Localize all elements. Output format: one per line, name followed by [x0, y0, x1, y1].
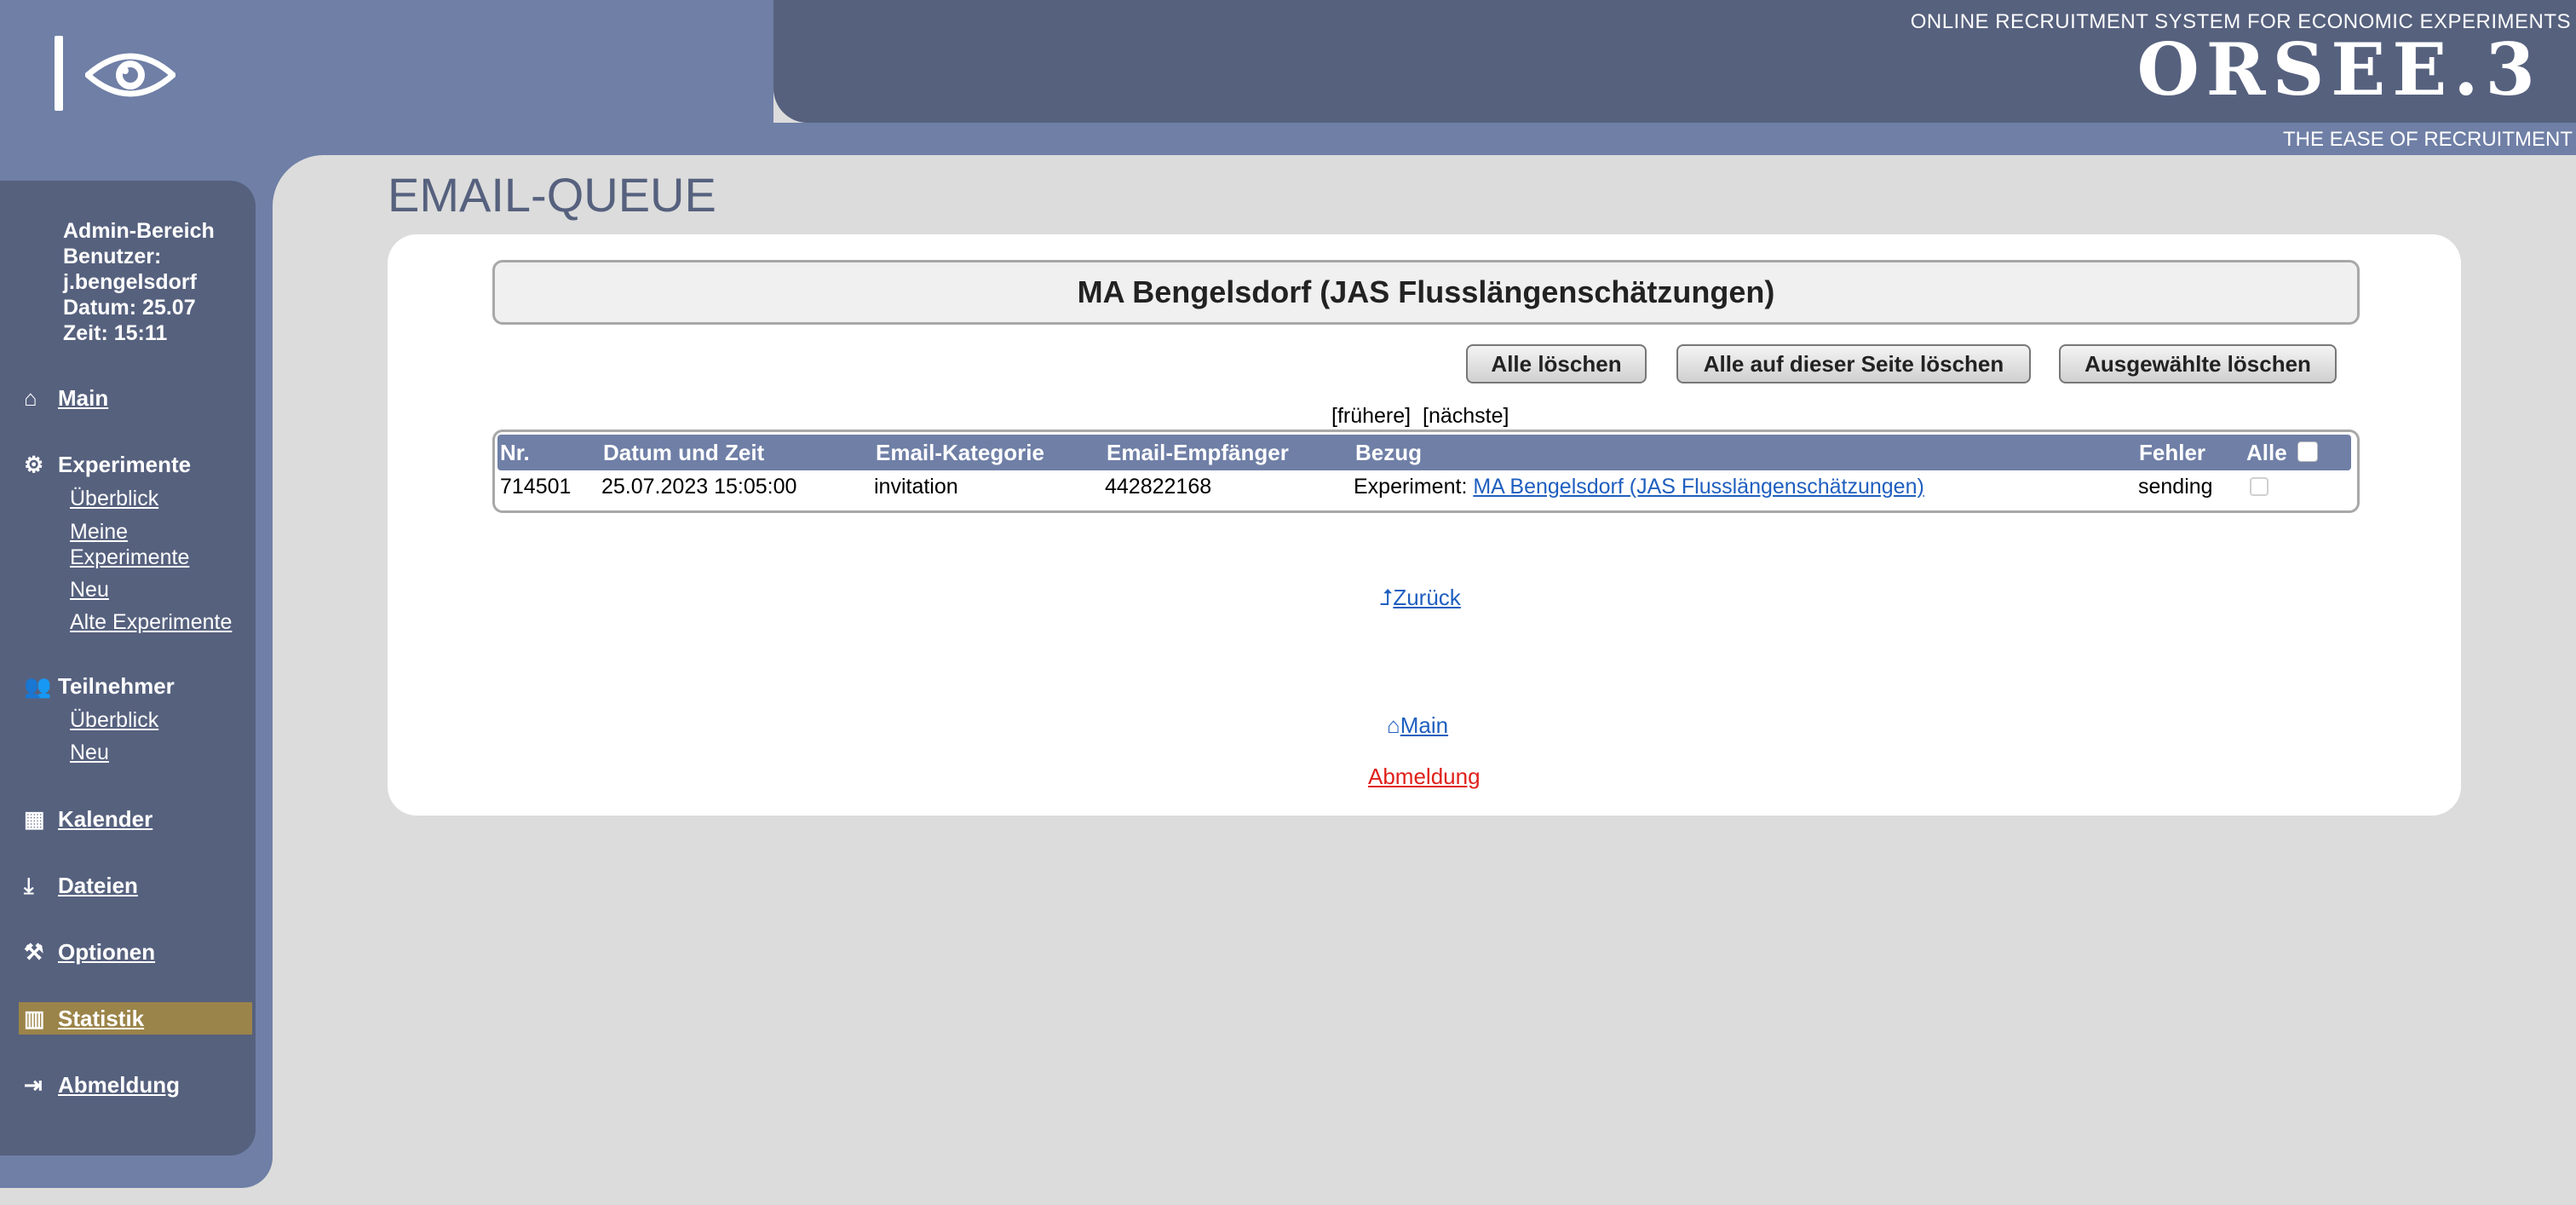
user-name: j.bengelsdorf — [63, 270, 197, 294]
sidebar-item-main[interactable]: ⌂ Main — [24, 385, 108, 412]
sign-out-icon: ⇥ — [24, 1072, 43, 1098]
sidebar-item-statistik[interactable]: ▥ Statistik — [24, 1006, 144, 1032]
delete-selected-button[interactable]: Ausgewählte löschen — [2059, 344, 2337, 383]
cell-recipient: 442822168 — [1105, 475, 1212, 499]
cell-error: sending — [2138, 475, 2213, 499]
column-header-recipient: Email-Empfänger — [1107, 440, 1289, 465]
table-header — [497, 435, 2351, 470]
bar-chart-icon: ▥ — [24, 1006, 45, 1031]
sidebar-item-experimente: ⚙ Experimente — [24, 452, 192, 477]
back-link[interactable]: ⮥Zurück — [1380, 585, 1461, 612]
cell-nr: 714501 — [500, 475, 572, 499]
back-arrow-icon: ⮥ — [1380, 585, 1394, 610]
sidebar-subitem-alte-experimente[interactable]: Alte Experimente — [70, 609, 232, 635]
sidebar-item-teilnehmer: 👥 Teilnehmer — [24, 673, 175, 699]
calendar-icon: ▦ — [24, 806, 45, 832]
sidebar-user-info: Admin-Bereich Benutzer: j.bengelsdorf Da… — [63, 218, 215, 346]
select-all-checkbox[interactable] — [2297, 441, 2318, 462]
download-icon: ⤓ — [24, 873, 34, 898]
column-header-select-all: Alle — [2246, 440, 2287, 465]
sidebar-subitem-meine-experimente[interactable]: Meine Experimente — [70, 519, 189, 570]
date-label: Datum: 25.07 — [63, 296, 196, 320]
home-icon: ⌂ — [1387, 712, 1400, 738]
column-header-reference: Bezug — [1355, 440, 1422, 465]
pager-next[interactable]: [nächste] — [1423, 404, 1509, 428]
logout-link[interactable]: Abmeldung — [1368, 764, 1481, 790]
gavel-icon: ⚒ — [24, 939, 44, 965]
experiment-link[interactable]: MA Bengelsdorf (JAS Flusslängenschätzung… — [1473, 475, 1923, 499]
sidebar-subitem-label: Meine — [70, 520, 129, 544]
time-label: Zeit: 15:11 — [63, 321, 168, 345]
header-right: ONLINE RECRUITMENT SYSTEM FOR ECONOMIC E… — [773, 0, 2576, 123]
eye-icon — [85, 53, 175, 97]
sidebar-item-abmeldung[interactable]: ⇥ Abmeldung — [24, 1072, 180, 1098]
header-tagline-bottom: THE EASE OF RECRUITMENT — [2282, 128, 2573, 151]
user-label: Benutzer: — [63, 245, 162, 268]
sidebar-item-kalender[interactable]: ▦ Kalender — [24, 806, 152, 833]
delete-page-button[interactable]: Alle auf dieser Seite löschen — [1676, 344, 2031, 383]
sidebar-subitem-teilnehmer-neu[interactable]: Neu — [70, 740, 109, 765]
reference-prefix: Experiment: — [1354, 475, 1468, 499]
column-header-category: Email-Kategorie — [876, 440, 1044, 465]
admin-area-label: Admin-Bereich — [63, 219, 215, 243]
sidebar-subitem-experimente-neu[interactable]: Neu — [70, 577, 109, 602]
brand-logo-text: ORSEE.3 — [2136, 27, 2542, 112]
cell-reference: Experiment: MA Bengelsdorf (JAS Flusslän… — [1354, 475, 1924, 499]
delete-all-button[interactable]: Alle löschen — [1466, 344, 1647, 383]
row-select-checkbox[interactable] — [2250, 477, 2268, 496]
pager-prev[interactable]: [frühere] — [1331, 404, 1411, 428]
gears-icon: ⚙ — [24, 452, 44, 477]
main-link[interactable]: ⌂Main — [1387, 712, 1448, 739]
cell-category: invitation — [874, 475, 958, 499]
logo-bar — [55, 36, 63, 111]
users-icon: 👥 — [24, 673, 52, 699]
column-header-nr: Nr. — [500, 440, 530, 465]
sidebar-subitem-teilnehmer-ueberblick[interactable]: Überblick — [70, 707, 158, 733]
cell-datetime: 25.07.2023 15:05:00 — [601, 475, 797, 499]
column-header-error: Fehler — [2139, 440, 2206, 465]
sidebar-item-dateien[interactable]: ⤓ Dateien — [24, 873, 138, 900]
content-corner — [273, 155, 375, 257]
sidebar-item-optionen[interactable]: ⚒ Optionen — [24, 939, 155, 966]
column-header-datetime: Datum und Zeit — [603, 440, 765, 465]
pager: [frühere] [nächste] — [1331, 404, 1509, 429]
sidebar-subitem-experimente-ueberblick[interactable]: Überblick — [70, 486, 158, 511]
home-icon: ⌂ — [24, 385, 37, 411]
experiment-title: MA Bengelsdorf (JAS Flusslängenschätzung… — [492, 260, 2360, 325]
sidebar-subitem-label: Experimente — [70, 545, 190, 569]
page-title: EMAIL-QUEUE — [388, 168, 716, 222]
